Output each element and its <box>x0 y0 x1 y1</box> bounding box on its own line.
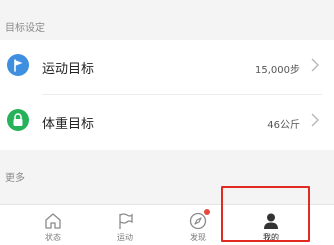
tab-discover-label: 发现 <box>190 233 206 242</box>
tab-mine[interactable]: 我的 <box>236 205 306 245</box>
weight-goal-value: 46公斤 <box>267 120 300 131</box>
tab-sport-label: 运动 <box>117 233 133 242</box>
lock-icon <box>7 109 29 131</box>
bottom-tab-bar: 状态 运动 发现 我的 <box>0 204 334 245</box>
step-goal-row[interactable]: 运动目标 15,000步 <box>0 40 334 94</box>
goals-section-title: 目标设定 <box>5 23 45 34</box>
tab-discover[interactable]: 发现 <box>163 205 233 245</box>
person-icon <box>264 213 278 229</box>
tab-status[interactable]: 状态 <box>18 205 88 245</box>
step-goal-label: 运动目标 <box>42 62 95 77</box>
home-icon <box>45 213 61 229</box>
chevron-right-icon <box>311 58 319 72</box>
more-section-header: 更多 <box>0 150 334 204</box>
tab-status-label: 状态 <box>45 233 61 242</box>
more-section-title: 更多 <box>5 173 25 184</box>
weight-goal-label: 体重目标 <box>42 117 95 132</box>
tab-sport[interactable]: 运动 <box>90 205 160 245</box>
weight-goal-row[interactable]: 体重目标 46公斤 <box>0 95 334 150</box>
tab-mine-label: 我的 <box>263 233 279 242</box>
profile-screen: 目标设定 运动目标 15,000步 体重目标 46公斤 更多 状态 运动 发现 … <box>0 0 334 245</box>
flag-outline-icon <box>119 213 133 229</box>
goals-section-header: 目标设定 <box>0 0 334 40</box>
step-goal-value: 15,000步 <box>255 65 300 76</box>
chevron-right-icon <box>311 113 319 127</box>
notification-badge <box>204 209 210 215</box>
flag-icon <box>7 54 29 76</box>
